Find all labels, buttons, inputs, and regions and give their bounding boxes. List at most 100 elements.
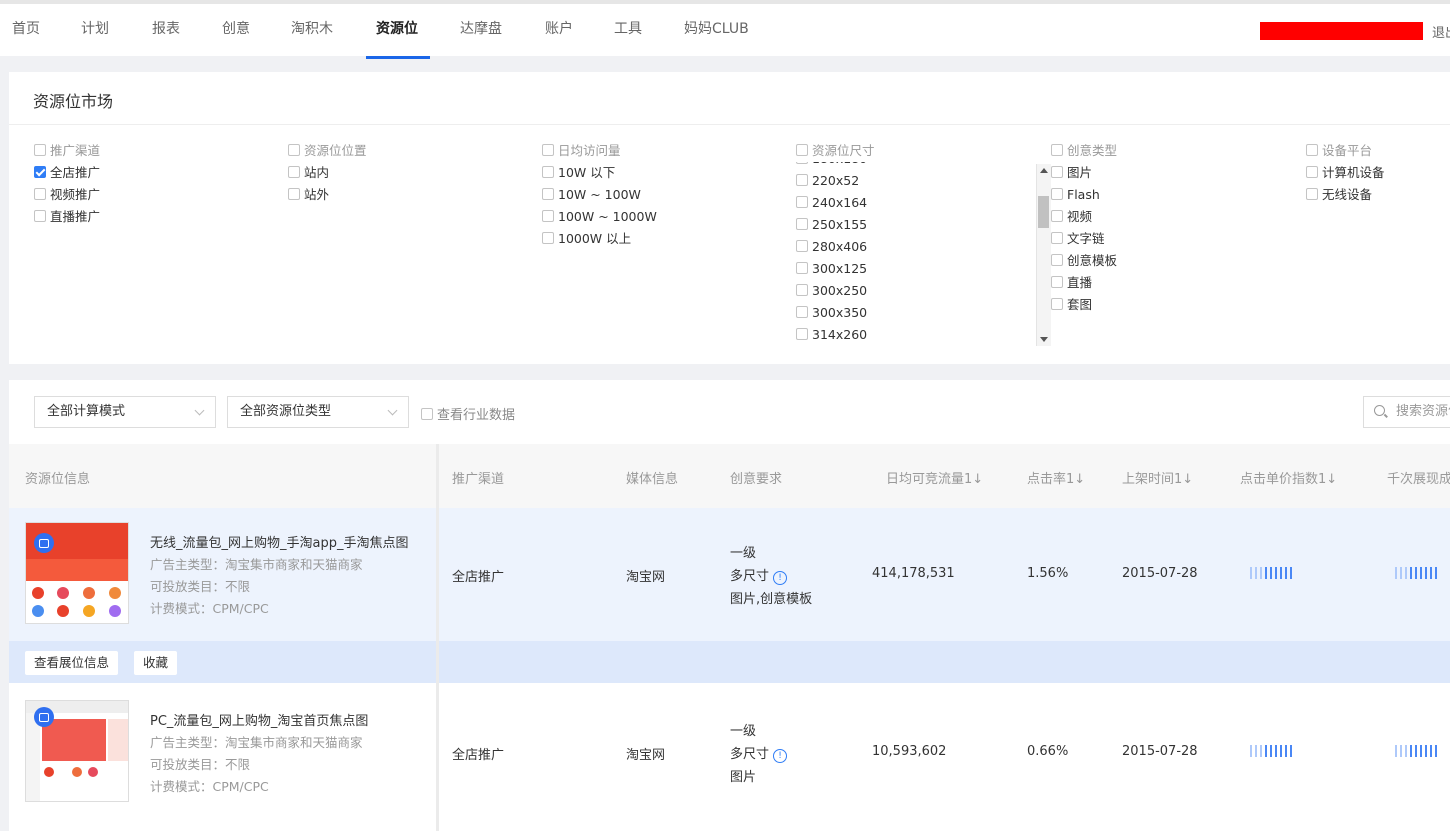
checkbox[interactable]: [796, 218, 808, 230]
size-list-scrollbar[interactable]: [1036, 164, 1051, 346]
nav-tools[interactable]: 工具: [614, 18, 642, 38]
checkbox[interactable]: [1051, 188, 1063, 200]
checkbox[interactable]: [1306, 144, 1318, 156]
checkbox[interactable]: [1306, 188, 1318, 200]
filter-option[interactable]: 全店推广: [34, 162, 100, 184]
checkbox[interactable]: [288, 144, 300, 156]
filter-size-list[interactable]: 180x180 220x52 240x164 250x155 280x406 3…: [796, 162, 996, 348]
checkbox[interactable]: [542, 210, 554, 222]
checkbox[interactable]: [796, 262, 808, 274]
view-slot-info-button[interactable]: 查看展位信息: [25, 651, 119, 675]
filter-option[interactable]: Flash: [1051, 184, 1117, 206]
ctr-cell: 1.56%: [1027, 566, 1069, 581]
info-icon[interactable]: !: [773, 571, 788, 585]
industry-data-toggle[interactable]: 查看行业数据: [421, 404, 515, 423]
nav-creative[interactable]: 创意: [222, 18, 250, 38]
checkbox[interactable]: [796, 240, 808, 252]
filter-option[interactable]: 无线设备: [1306, 184, 1385, 206]
scroll-thumb[interactable]: [1038, 196, 1049, 228]
checkbox[interactable]: [796, 284, 808, 296]
info-icon[interactable]: !: [773, 749, 788, 763]
checkbox[interactable]: [1051, 210, 1063, 222]
table-row[interactable]: 无线_流量包_网上购物_手淘app_手淘焦点图 广告主类型：淘宝集市商家和天猫商…: [9, 508, 1450, 641]
checkbox[interactable]: [288, 188, 300, 200]
filter-option[interactable]: 直播: [1051, 272, 1117, 294]
checkbox[interactable]: [796, 196, 808, 208]
nav-damopan[interactable]: 达摩盘: [460, 18, 502, 38]
col-date-sort[interactable]: 上架时间1↓: [1122, 468, 1193, 487]
nav-report[interactable]: 报表: [152, 18, 180, 38]
slot-title[interactable]: 无线_流量包_网上购物_手淘app_手淘焦点图: [150, 532, 408, 551]
filter-option[interactable]: 图片: [1051, 162, 1117, 184]
filter-option[interactable]: 站内: [288, 162, 367, 184]
nav-home[interactable]: 首页: [12, 18, 40, 38]
logout-link[interactable]: 退出: [1432, 22, 1450, 41]
checkbox[interactable]: [1051, 276, 1063, 288]
nav-resource-slot[interactable]: 资源位: [376, 18, 418, 38]
nav-mama-club[interactable]: 妈妈CLUB: [684, 18, 749, 38]
col-cpc-sort[interactable]: 点击单价指数1↓: [1240, 468, 1337, 487]
table-row[interactable]: PC_流量包_网上购物_淘宝首页焦点图 广告主类型：淘宝集市商家和天猫商家 可投…: [9, 683, 1450, 831]
search-input[interactable]: 搜索资源位: [1363, 396, 1450, 428]
filter-option[interactable]: 240x164: [796, 192, 867, 214]
slot-title[interactable]: PC_流量包_网上购物_淘宝首页焦点图: [150, 710, 368, 729]
nav-account[interactable]: 账户: [545, 18, 573, 38]
nav-taojimu[interactable]: 淘积木: [291, 18, 333, 38]
checkbox[interactable]: [1051, 144, 1063, 156]
filter-header-creative[interactable]: 创意类型: [1051, 140, 1117, 162]
checkbox[interactable]: [796, 328, 808, 340]
filter-header-device[interactable]: 设备平台: [1306, 140, 1385, 162]
filter-option[interactable]: 100W ~ 1000W: [542, 206, 657, 228]
checkbox[interactable]: [288, 166, 300, 178]
checkbox[interactable]: [542, 166, 554, 178]
filter-option[interactable]: 套图: [1051, 294, 1117, 316]
filter-option[interactable]: 站外: [288, 184, 367, 206]
checkbox[interactable]: [542, 188, 554, 200]
calc-mode-select[interactable]: 全部计算模式: [34, 396, 216, 428]
checkbox[interactable]: [542, 232, 554, 244]
checkbox[interactable]: [1051, 254, 1063, 266]
checkbox[interactable]: [796, 162, 808, 164]
checkbox[interactable]: [1051, 298, 1063, 310]
col-ctr-sort[interactable]: 点击率1↓: [1027, 468, 1085, 487]
filter-header-size[interactable]: 资源位尺寸: [796, 140, 875, 162]
filter-header-channel[interactable]: 推广渠道: [34, 140, 100, 162]
col-traffic-sort[interactable]: 日均可竞流量1↓: [886, 468, 983, 487]
filter-header-position[interactable]: 资源位位置: [288, 140, 367, 162]
filter-option[interactable]: 10W ~ 100W: [542, 184, 657, 206]
checkbox[interactable]: [796, 174, 808, 186]
filter-option[interactable]: 文字链: [1051, 228, 1117, 250]
filter-option[interactable]: 300x350: [796, 302, 867, 324]
filter-option[interactable]: 280x406: [796, 236, 867, 258]
filter-option[interactable]: 视频: [1051, 206, 1117, 228]
filter-option[interactable]: 创意模板: [1051, 250, 1117, 272]
checkbox-checked[interactable]: [34, 166, 46, 178]
filter-option[interactable]: 10W 以下: [542, 162, 657, 184]
checkbox[interactable]: [1051, 232, 1063, 244]
checkbox[interactable]: [34, 188, 46, 200]
checkbox[interactable]: [1051, 166, 1063, 178]
filter-option[interactable]: 视频推广: [34, 184, 100, 206]
filter-header-traffic[interactable]: 日均访问量: [542, 140, 657, 162]
nav-plan[interactable]: 计划: [81, 18, 109, 38]
checkbox[interactable]: [542, 144, 554, 156]
checkbox[interactable]: [34, 210, 46, 222]
favorite-button[interactable]: 收藏: [134, 651, 178, 675]
filter-option[interactable]: 250x155: [796, 214, 867, 236]
checkbox[interactable]: [796, 144, 808, 156]
filter-option[interactable]: 180x180: [796, 162, 867, 170]
filter-option[interactable]: 1000W 以上: [542, 228, 657, 250]
checkbox[interactable]: [796, 306, 808, 318]
filter-option[interactable]: 直播推广: [34, 206, 100, 228]
filter-option[interactable]: 300x250: [796, 280, 867, 302]
scroll-up-icon[interactable]: [1040, 168, 1048, 173]
filter-option[interactable]: 314x260: [796, 324, 867, 346]
filter-option[interactable]: 300x125: [796, 258, 867, 280]
checkbox[interactable]: [421, 408, 433, 420]
scroll-down-icon[interactable]: [1040, 337, 1048, 342]
slot-type-select[interactable]: 全部资源位类型: [227, 396, 409, 428]
filter-option[interactable]: 220x52: [796, 170, 867, 192]
filter-option[interactable]: 计算机设备: [1306, 162, 1385, 184]
checkbox[interactable]: [1306, 166, 1318, 178]
checkbox[interactable]: [34, 144, 46, 156]
